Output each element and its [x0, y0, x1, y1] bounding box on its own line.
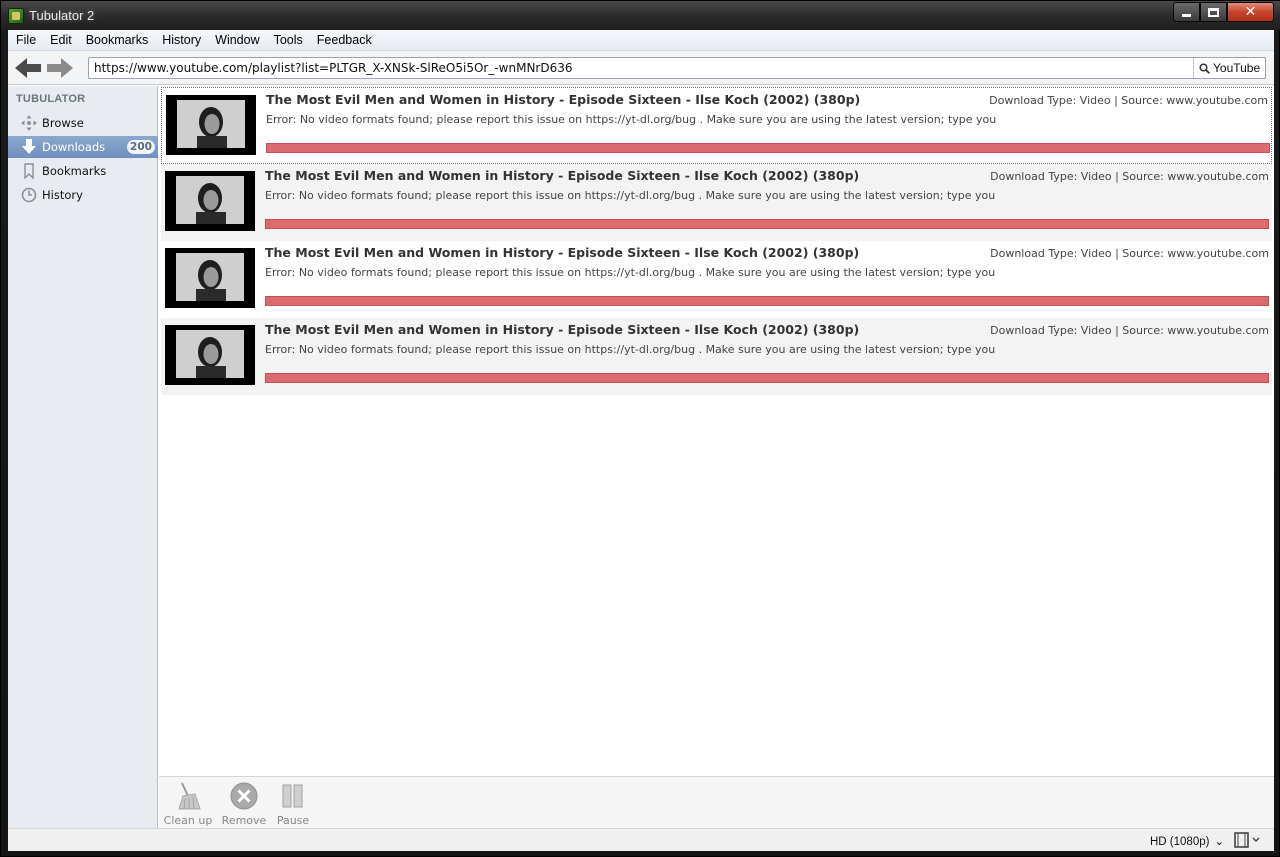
- downloads-list: The Most Evil Men and Women in History -…: [159, 86, 1274, 776]
- sidebar-item-label: Browse: [42, 116, 84, 130]
- download-meta: Download Type: Video | Source: www.youtu…: [989, 94, 1268, 107]
- remove-icon: [230, 782, 258, 810]
- back-button[interactable]: [14, 57, 42, 79]
- download-meta: Download Type: Video | Source: www.youtu…: [990, 247, 1269, 260]
- pause-label: Pause: [276, 814, 310, 827]
- menu-edit[interactable]: Edit: [43, 30, 79, 51]
- url-input[interactable]: [89, 58, 1189, 78]
- title-bar[interactable]: Tubulator 2 ✕: [1, 1, 1280, 30]
- sidebar-item-history[interactable]: History: [8, 184, 158, 206]
- search-icon: [1199, 62, 1210, 74]
- download-row[interactable]: The Most Evil Men and Women in History -…: [161, 164, 1272, 241]
- menu-feedback[interactable]: Feedback: [310, 30, 379, 51]
- download-error: Error: No video formats found; please re…: [266, 113, 997, 126]
- browse-icon: [21, 115, 37, 131]
- download-row[interactable]: The Most Evil Men and Women in History -…: [161, 318, 1272, 395]
- sidebar-item-browse[interactable]: Browse: [8, 112, 158, 134]
- menu-tools[interactable]: Tools: [267, 30, 310, 51]
- action-bar: Clean up Remove Pause: [159, 776, 1274, 828]
- menu-history[interactable]: History: [155, 30, 208, 51]
- video-thumbnail: [166, 95, 256, 155]
- menu-bookmarks[interactable]: Bookmarks: [79, 30, 156, 51]
- film-icon: [1234, 832, 1260, 848]
- minimize-button[interactable]: [1173, 2, 1200, 22]
- menu-file[interactable]: File: [8, 30, 43, 51]
- format-selector[interactable]: [1234, 832, 1264, 848]
- video-thumbnail: [165, 171, 255, 231]
- sidebar-heading: TUBULATOR: [16, 93, 86, 105]
- download-progress-bar: [265, 296, 1269, 306]
- downloads-count-badge: 200: [127, 140, 155, 154]
- download-progress-bar: [266, 143, 1270, 153]
- app-icon: [8, 8, 24, 24]
- sidebar-item-bookmarks[interactable]: Bookmarks: [8, 160, 158, 182]
- download-title: The Most Evil Men and Women in History -…: [265, 168, 860, 183]
- download-progress-bar: [265, 219, 1269, 229]
- status-bar: HD (1080p) ⌄: [8, 828, 1274, 851]
- sidebar-item-downloads[interactable]: Downloads 200: [8, 136, 158, 158]
- download-error: Error: No video formats found; please re…: [265, 189, 996, 202]
- quality-selector[interactable]: HD (1080p) ⌄: [1150, 834, 1224, 848]
- broom-icon: [178, 782, 201, 810]
- remove-label: Remove: [221, 814, 267, 827]
- download-progress-bar: [265, 373, 1269, 383]
- bookmark-icon: [24, 163, 34, 179]
- close-button[interactable]: ✕: [1227, 2, 1274, 22]
- download-row[interactable]: The Most Evil Men and Women in History -…: [161, 87, 1272, 164]
- forward-button[interactable]: [46, 57, 74, 79]
- maximize-button[interactable]: [1200, 2, 1227, 22]
- menu-window[interactable]: Window: [208, 30, 266, 51]
- download-meta: Download Type: Video | Source: www.youtu…: [990, 324, 1269, 337]
- download-title: The Most Evil Men and Women in History -…: [265, 245, 860, 260]
- download-row[interactable]: The Most Evil Men and Women in History -…: [161, 241, 1272, 318]
- app-window: Tubulator 2 ✕ File Edit Bookmarks Histor…: [0, 0, 1280, 857]
- menu-bar: File Edit Bookmarks History Window Tools…: [8, 30, 1274, 51]
- pause-button[interactable]: Pause: [273, 779, 313, 827]
- sidebar-item-label: History: [42, 188, 83, 202]
- minimize-icon: [1182, 14, 1191, 17]
- client-area: File Edit Bookmarks History Window Tools…: [8, 30, 1274, 851]
- clean-up-label: Clean up: [163, 814, 213, 827]
- download-title: The Most Evil Men and Women in History -…: [266, 92, 861, 107]
- sidebar: TUBULATOR Browse Downloads 200 Bookmarks…: [8, 86, 158, 851]
- search-engine-label: YouTube: [1213, 61, 1261, 75]
- clean-up-button[interactable]: Clean up: [163, 779, 213, 827]
- video-thumbnail: [165, 248, 255, 308]
- chevron-down-icon: ⌄: [1214, 836, 1225, 848]
- arrow-right-icon: [47, 58, 73, 78]
- sidebar-item-label: Downloads: [42, 140, 106, 154]
- arrow-left-icon: [15, 58, 41, 78]
- search-engine-selector[interactable]: YouTube: [1195, 58, 1265, 78]
- address-bar: YouTube: [88, 57, 1266, 79]
- pause-icon: [282, 784, 303, 808]
- download-error: Error: No video formats found; please re…: [265, 266, 996, 279]
- window-title: Tubulator 2: [29, 8, 95, 23]
- remove-button[interactable]: Remove: [219, 779, 269, 827]
- video-thumbnail: [165, 325, 255, 385]
- close-icon: ✕: [1244, 4, 1257, 20]
- navigation-toolbar: YouTube: [8, 51, 1274, 85]
- download-title: The Most Evil Men and Women in History -…: [265, 322, 860, 337]
- sidebar-item-label: Bookmarks: [42, 164, 107, 178]
- download-icon: [22, 139, 36, 154]
- download-meta: Download Type: Video | Source: www.youtu…: [990, 170, 1269, 183]
- clock-icon: [21, 187, 37, 203]
- quality-label: HD (1080p): [1150, 836, 1210, 848]
- maximize-icon: [1208, 7, 1219, 17]
- divider: [1193, 58, 1194, 78]
- download-error: Error: No video formats found; please re…: [265, 343, 996, 356]
